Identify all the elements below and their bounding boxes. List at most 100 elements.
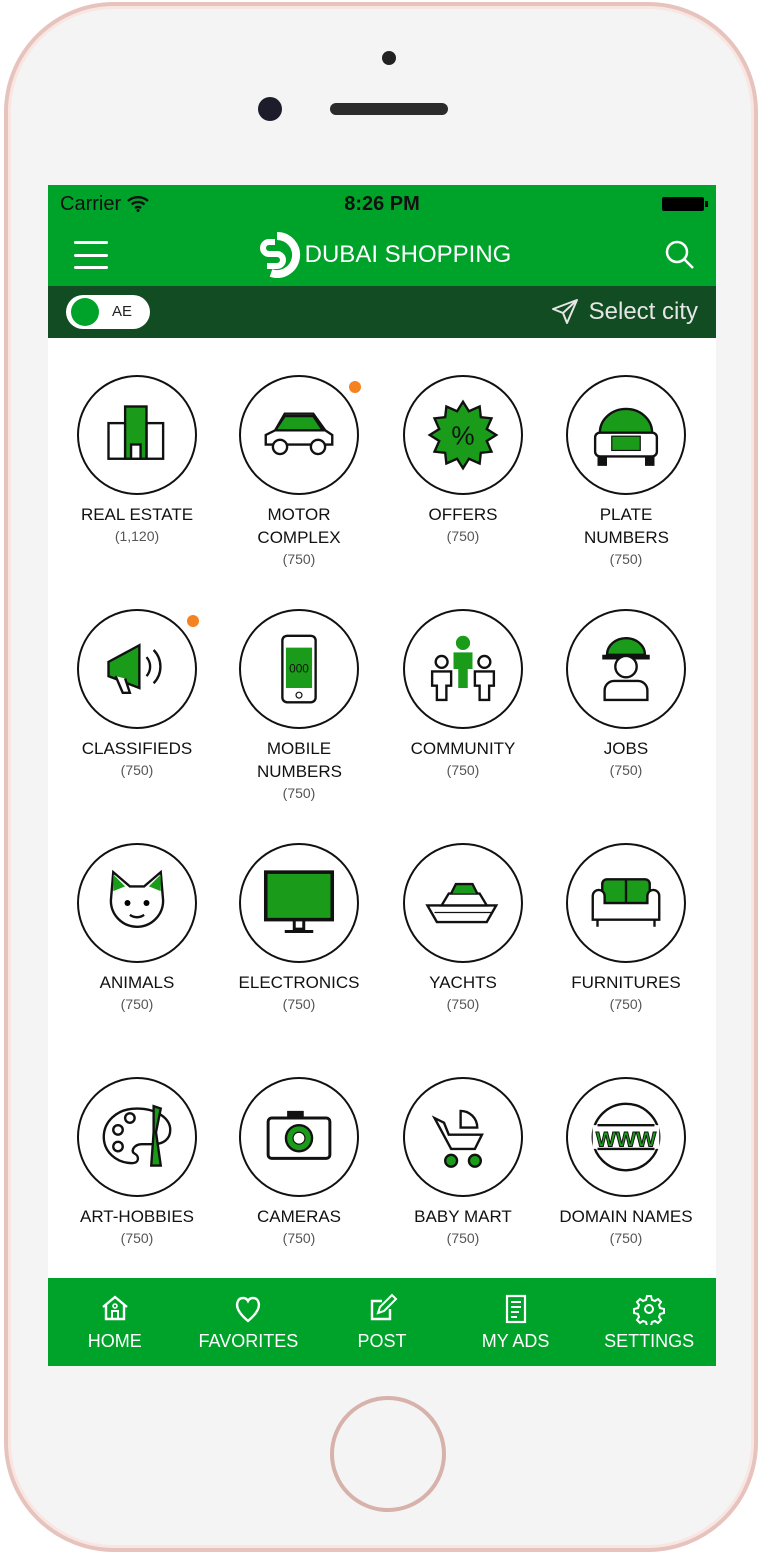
category-count: (750) <box>609 1230 643 1246</box>
category-animals[interactable]: ANIMALS (750) <box>57 843 217 1014</box>
category-icon-circle <box>77 609 199 729</box>
sofa-icon <box>591 878 661 927</box>
home-icon <box>102 1294 128 1320</box>
camera-icon <box>266 1110 332 1160</box>
category-count: (750) <box>282 551 316 567</box>
carrier-label: Carrier <box>60 192 122 215</box>
category-plate-numbers[interactable]: PLATE NUMBERS (750) <box>546 375 706 569</box>
category-classifieds[interactable]: CLASSIFIEDS (750) <box>57 609 217 780</box>
category-icon-circle <box>566 375 686 495</box>
category-count: (750) <box>282 785 316 801</box>
category-domain-names[interactable]: WWW DOMAIN NAMES (750) <box>546 1077 706 1248</box>
document-icon <box>505 1294 526 1323</box>
category-label: FURNITURES <box>571 973 681 992</box>
category-label: CAMERAS <box>256 1207 342 1226</box>
category-count: (750) <box>282 996 316 1012</box>
category-electronics[interactable]: ELECTRONICS (750) <box>219 843 379 1014</box>
country-toggle[interactable]: AE <box>66 295 150 329</box>
building-icon <box>107 405 165 460</box>
tab-label: FAVORITES <box>198 1330 299 1351</box>
tab-my-ads[interactable]: MY ADS <box>449 1278 583 1366</box>
category-label: ELECTRONICS <box>238 973 360 992</box>
category-cameras[interactable]: CAMERAS (750) <box>219 1077 379 1248</box>
svg-text:WWW: WWW <box>596 1128 657 1152</box>
front-camera <box>258 97 282 121</box>
car-icon <box>264 412 334 456</box>
category-yachts[interactable]: YACHTS (750) <box>383 843 543 1014</box>
category-offers[interactable]: % OFFERS (750) <box>383 375 543 546</box>
proximity-sensor <box>382 51 396 65</box>
category-icon-circle <box>77 843 197 963</box>
category-icon-circle <box>77 1077 197 1197</box>
category-count: (750) <box>609 762 643 778</box>
category-icon-circle <box>403 1077 523 1197</box>
category-art-hobbies[interactable]: ART-HOBBIES (750) <box>57 1077 217 1248</box>
category-count: (750) <box>120 762 154 778</box>
tab-favorites[interactable]: FAVORITES <box>182 1278 316 1366</box>
category-icon-circle <box>566 609 686 729</box>
notification-dot <box>187 615 199 627</box>
category-label: REAL ESTATE <box>80 505 194 524</box>
category-count: (750) <box>446 528 480 544</box>
top-nav-bar: DUBAI SHOPPING <box>48 223 716 286</box>
category-label: COMMUNITY <box>410 739 516 758</box>
percent-badge-icon: % <box>427 399 499 471</box>
category-icon-circle <box>239 375 361 495</box>
home-hardware-button[interactable] <box>330 1396 446 1512</box>
category-icon-circle <box>403 843 523 963</box>
category-icon-circle <box>239 843 359 963</box>
tab-home[interactable]: HOME <box>48 1278 182 1366</box>
tab-label: SETTINGS <box>604 1330 695 1351</box>
category-mobile-numbers[interactable]: 000 MOBILE NUMBERS (750) <box>219 609 379 803</box>
category-real-estate[interactable]: REAL ESTATE (1,120) <box>57 375 217 546</box>
category-count: (1,120) <box>114 528 160 544</box>
people-icon <box>430 635 496 702</box>
app-screen: Carrier 8:26 PM DUBAI SHOPPING AE Select… <box>48 185 716 1366</box>
edit-icon <box>370 1293 398 1320</box>
category-label: CLASSIFIEDS <box>81 739 193 758</box>
category-icon-circle <box>239 1077 359 1197</box>
category-label: YACHTS <box>429 973 497 992</box>
category-label: MOBILE NUMBERS <box>257 739 343 781</box>
category-label: ART-HOBBIES <box>80 1207 194 1226</box>
category-count: (750) <box>446 762 480 778</box>
svg-text:%: % <box>451 421 474 451</box>
hamburger-icon[interactable] <box>74 241 108 269</box>
category-label: JOBS <box>603 739 649 758</box>
category-motor-complex[interactable]: MOTOR COMPLEX (750) <box>219 375 379 569</box>
location-arrow-icon <box>551 299 578 324</box>
taxi-plate-icon <box>593 407 659 466</box>
category-furnitures[interactable]: FURNITURES (750) <box>546 843 706 1014</box>
category-baby-mart[interactable]: BABY MART (750) <box>383 1077 543 1248</box>
tab-post[interactable]: POST <box>315 1278 449 1366</box>
tab-label: HOME <box>87 1330 142 1351</box>
category-count: (750) <box>446 996 480 1012</box>
app-title: DUBAI SHOPPING <box>304 240 512 268</box>
category-count: (750) <box>609 996 643 1012</box>
tab-settings[interactable]: SETTINGS <box>582 1278 716 1366</box>
category-icon-circle <box>403 609 523 729</box>
category-icon-circle: % <box>403 375 523 495</box>
stroller-icon <box>431 1109 484 1168</box>
category-jobs[interactable]: JOBS (750) <box>546 609 706 780</box>
bottom-tab-bar: HOME FAVORITES POST MY ADS SETTINGS <box>48 1278 716 1366</box>
gear-icon <box>633 1294 666 1325</box>
earpiece-speaker <box>330 103 448 115</box>
category-label: MOTOR COMPLEX <box>257 505 341 547</box>
worker-icon <box>602 637 650 702</box>
heart-icon <box>236 1296 261 1323</box>
category-community[interactable]: COMMUNITY (750) <box>383 609 543 780</box>
cat-icon <box>109 869 165 928</box>
select-city-button[interactable]: Select city <box>551 298 698 326</box>
category-count: (750) <box>120 996 154 1012</box>
search-icon[interactable] <box>664 239 696 271</box>
category-label: DOMAIN NAMES <box>559 1207 693 1226</box>
country-code: AE <box>112 303 133 320</box>
category-count: (750) <box>282 1230 316 1246</box>
category-icon-circle <box>77 375 197 495</box>
category-icon-circle: 000 <box>239 609 359 729</box>
category-label: BABY MART <box>414 1207 512 1226</box>
www-icon: WWW <box>591 1102 661 1172</box>
tab-label: MY ADS <box>481 1330 550 1351</box>
logo-icon <box>259 231 300 278</box>
